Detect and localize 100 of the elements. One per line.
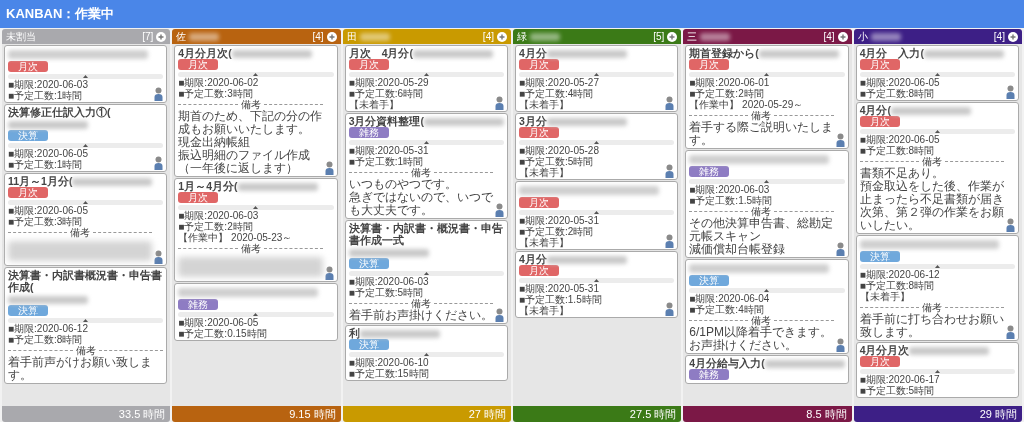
task-card[interactable]: 決算 ■期限:2020-06-04 ■予定工数:4時間 備考 6/1PM以降着手できます。 お声掛けください。 (685, 259, 849, 354)
collapse-bar[interactable] (8, 74, 164, 79)
estimated-hours: ■予定工数:4時間 (519, 88, 594, 99)
category-tag: 雑務 (689, 369, 730, 380)
total-hours: 27 時間 (468, 406, 506, 422)
task-status: 【未着手】 (348, 99, 400, 110)
due-date: ■期限:2020-06-03 (689, 184, 770, 195)
total-hours: 8.5 時間 (806, 406, 847, 422)
task-card[interactable]: 4月分月次( 月次 ■期限:2020-06-02 ■予定工数:3時間 備考 期首のため、下記の分の作成もお願いいたします。 現金出納帳組 振込明細のファイル作成（一年後に返します） (174, 45, 338, 177)
estimated-hours: ■予定工数:8時間 (8, 334, 83, 345)
notes-label: 備考 (70, 227, 91, 238)
collapse-bar[interactable] (519, 72, 675, 77)
task-card[interactable]: 月次 ■期限:2020-06-03 ■予定工数:1時間 (4, 45, 168, 103)
category-tag: 月次 (689, 59, 730, 70)
collapse-bar[interactable] (859, 129, 1015, 134)
task-card[interactable]: 3月分資料整理( 雑務 ■期限:2020-05-31 ■予定工数:1時間 備考 いつものやつです。 急ぎではないので、いつでも大丈夫です。 (344, 113, 508, 219)
category-tag: 月次 (519, 265, 559, 276)
collapse-bar[interactable] (348, 72, 504, 77)
collapse-bar[interactable] (8, 143, 164, 148)
collapse-bar[interactable] (859, 369, 1015, 374)
collapse-bar[interactable] (178, 312, 334, 317)
category-tag: 月次 (859, 116, 900, 127)
estimated-hours: ■予定工数:1時間 (8, 159, 83, 170)
total-hours: 27.5 時間 (629, 406, 677, 422)
note-text: 着手前に打ち合わせお願い致します。 (859, 313, 1004, 339)
task-card[interactable]: 月次 ■期限:2020-05-31 ■予定工数:2時間 【未着手】 (515, 181, 679, 250)
task-status: 【未着手】 (519, 305, 570, 316)
task-card[interactable]: 4月分( 月次 ■期限:2020-06-05 ■予定工数:8時間 備考 書類不足あり。 預金取込をした後、作業が止まったら不足書類が届き次第、第２弾の作業をお願いしたい。 (855, 102, 1019, 234)
column-name: 三 (687, 30, 698, 44)
total-hours: 9.15 時間 (289, 406, 336, 422)
collapse-bar[interactable] (859, 264, 1015, 269)
collapse-bar[interactable] (689, 179, 845, 184)
task-card[interactable]: 4月分 月次 ■期限:2020-05-31 ■予定工数:1.5時間 【未着手】 (515, 251, 679, 318)
collapse-bar[interactable] (689, 72, 845, 77)
task-card[interactable]: 3月分 月次 ■期限:2020-05-28 ■予定工数:5時間 【未着手】 (515, 113, 679, 180)
due-date: ■期限:2020-06-05 (8, 148, 88, 159)
task-card[interactable]: 利 決算 ■期限:2020-06-10 ■予定工数:15時間 (344, 325, 508, 381)
card-count: [4] (823, 30, 835, 44)
task-card[interactable]: 期首登録から( 月次 ■期限:2020-06-01 ■予定工数:2時間 【作業中】 2020-05-29～ 備考 着手する際ご説明いたします。 (685, 45, 849, 149)
due-date: ■期限:2020-06-04 (689, 293, 770, 304)
task-card[interactable]: 決算書・内訳書・概況書・申告書作成一式 決算 ■期限:2020-06-03 ■予定工数:5時間 備考 着手前お声掛けください。 (344, 220, 508, 324)
task-card[interactable]: 4月分 入力( 月次 ■期限:2020-06-05 ■予定工数:8時間 (855, 45, 1019, 101)
collapse-bar[interactable] (8, 318, 164, 323)
due-date: ■期限:2020-06-05 (178, 317, 259, 328)
category-tag: 月次 (859, 59, 900, 70)
task-card[interactable]: 雑務 ■期限:2020-06-03 ■予定工数:1.5時間 備考 その他決算申告書、総勘定元帳スキャン 減価償却台帳登録 (685, 150, 849, 258)
total-hours: 29 時間 (979, 406, 1017, 422)
task-card[interactable]: 決算書・内訳書概況書・申告書作成( 決算 ■期限:2020-06-12 ■予定工数:8時間 備考 着手前声がけお願い致します。 (4, 267, 168, 384)
note-text: 振込明細のファイル作成（一年後に返します） (178, 149, 312, 175)
collapse-bar[interactable] (348, 352, 504, 357)
card-title: 期首登録から( (689, 47, 759, 59)
notes-label: 備考 (240, 99, 261, 110)
estimated-hours: ■予定工数:8時間 (859, 88, 935, 99)
collapse-bar[interactable] (859, 72, 1015, 77)
due-date: ■期限:2020-05-28 (519, 145, 599, 156)
add-icon[interactable] (837, 31, 848, 42)
estimated-hours: ■予定工数:2時間 (689, 88, 764, 99)
card-count: [7] (142, 30, 154, 44)
collapse-bar[interactable] (178, 205, 334, 210)
collapse-bar[interactable] (519, 278, 675, 283)
category-tag: 決算 (8, 130, 48, 141)
collapse-bar[interactable] (348, 271, 504, 276)
task-card[interactable]: 4月分 月次 ■期限:2020-05-27 ■予定工数:4時間 【未着手】 (515, 45, 679, 112)
task-card[interactable]: 11月～1月分( 月次 ■期限:2020-06-05 ■予定工数:3時間 備考 (4, 173, 168, 266)
task-card[interactable]: 決算 ■期限:2020-06-12 ■予定工数:8時間 【未着手】 備考 着手前に打ち合わせお願い致します。 (855, 235, 1019, 341)
estimated-hours: ■予定工数:5時間 (519, 156, 594, 167)
task-card[interactable]: 4月分月次 月次 ■期限:2020-06-17 ■予定工数:5時間 (855, 342, 1019, 398)
collapse-bar[interactable] (519, 210, 675, 215)
note-text: 現金出納帳組 (178, 136, 252, 149)
category-tag: 決算 (689, 275, 730, 286)
task-card[interactable]: 決算修正仕訳入力①( 決算 ■期限:2020-06-05 ■予定工数:1時間 (4, 104, 168, 172)
column-name: 佐 (176, 30, 187, 44)
due-date: ■期限:2020-06-03 (348, 276, 429, 287)
category-tag: 雑務 (178, 299, 219, 310)
notes-label: 備考 (410, 298, 431, 309)
task-card[interactable]: 4月分給与入力( 雑務 (685, 355, 849, 384)
due-date: ■期限:2020-06-10 (348, 357, 429, 368)
category-tag: 決算 (348, 339, 389, 350)
category-tag: 月次 (178, 192, 219, 203)
total-hours: 33.5 時間 (118, 406, 166, 422)
collapse-bar[interactable] (519, 140, 675, 145)
card-title: 4月分月次 (859, 344, 910, 356)
task-status: 【未着手】 (519, 237, 570, 248)
collapse-bar[interactable] (689, 288, 845, 293)
add-icon[interactable] (1007, 31, 1018, 42)
estimated-hours: ■予定工数:1.5時間 (519, 294, 602, 305)
task-card[interactable]: 雑務 ■期限:2020-06-05 ■予定工数:0.15時間 (174, 283, 338, 341)
estimated-hours: ■予定工数:1時間 (348, 156, 424, 167)
due-date: ■期限:2020-05-31 (519, 283, 599, 294)
task-card[interactable]: 1月～4月分( 月次 ■期限:2020-06-03 ■予定工数:2時間 【作業中】 2020-05-23～ 備考 (174, 178, 338, 282)
category-tag: 月次 (8, 187, 48, 198)
note-text: 急ぎではないので、いつでも大丈夫です。 (348, 191, 493, 217)
collapse-bar[interactable] (348, 140, 504, 145)
collapse-bar[interactable] (8, 200, 164, 205)
add-icon[interactable] (667, 31, 678, 42)
card-title: 決算書・内訳書・概況書・申告書作成一式 (348, 222, 504, 246)
due-date: ■期限:2020-06-03 (8, 79, 88, 90)
estimated-hours: ■予定工数:15時間 (348, 368, 429, 379)
collapse-bar[interactable] (178, 72, 334, 77)
task-card[interactable]: 月次 4月分( 月次 ■期限:2020-05-29 ■予定工数:6時間 【未着手】 (344, 45, 508, 112)
